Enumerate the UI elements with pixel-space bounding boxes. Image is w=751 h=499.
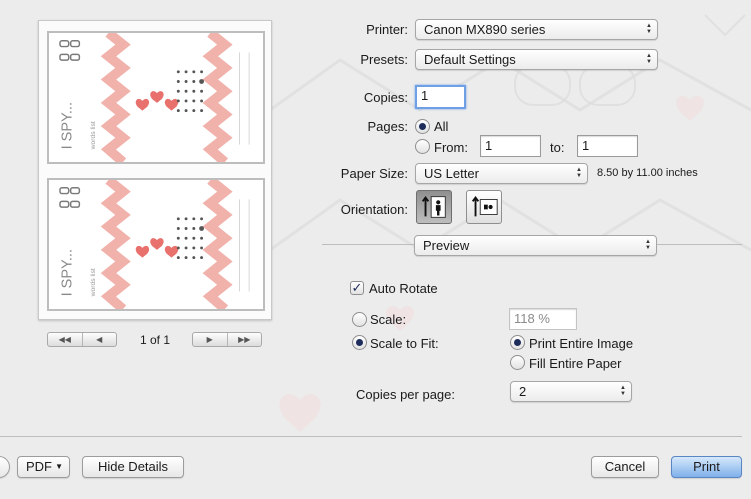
footer-divider: [0, 436, 742, 437]
stepper-arrows-icon: ▲ ▼: [646, 23, 652, 35]
print-entire-image-radio[interactable]: [510, 335, 525, 350]
portrait-orientation-icon: [421, 196, 446, 218]
pages-from-radio[interactable]: [415, 139, 430, 154]
printer-select[interactable]: Canon MX890 series ▲ ▼: [415, 19, 658, 40]
hide-details-button[interactable]: Hide Details: [82, 456, 184, 478]
pdf-label: PDF: [26, 459, 52, 474]
first-page-icon[interactable]: ◀◀: [48, 333, 82, 346]
auto-rotate-checkbox[interactable]: ✓: [350, 281, 364, 295]
paper-size-select[interactable]: US Letter ▲ ▼: [415, 163, 588, 184]
printer-label: Printer:: [366, 22, 408, 37]
last-page-icon[interactable]: ▶▶: [226, 333, 262, 346]
paper-size-label: Paper Size:: [340, 166, 408, 181]
copies-input[interactable]: 1: [415, 85, 466, 109]
printer-value: Canon MX890 series: [424, 22, 546, 37]
orientation-portrait-button[interactable]: [416, 190, 452, 224]
preview-card-artwork: I SPY... words list: [59, 33, 250, 162]
copies-per-page-value: 2: [519, 384, 527, 399]
pages-to-input[interactable]: 1: [577, 135, 638, 157]
paper-size-value: US Letter: [424, 166, 479, 181]
pages-from-input[interactable]: 1: [480, 135, 541, 157]
stepper-arrows-icon: ▲ ▼: [576, 167, 582, 179]
copies-per-page-label: Copies per page:: [355, 387, 455, 402]
copies-label: Copies:: [363, 90, 408, 105]
page-indicator: 1 of 1: [139, 333, 171, 347]
chevron-down-icon: ▼: [55, 462, 63, 471]
presets-value: Default Settings: [424, 52, 516, 67]
pages-all-radio[interactable]: [415, 119, 430, 134]
orientation-label: Orientation:: [340, 202, 408, 217]
scale-to-fit-label: Scale to Fit:: [370, 336, 439, 351]
stepper-arrows-icon: ▲ ▼: [646, 53, 652, 65]
cancel-button[interactable]: Cancel: [591, 456, 659, 478]
scale-input[interactable]: 118 %: [509, 308, 577, 330]
preview-card-artwork: I SPY... words list: [59, 180, 250, 309]
pages-label: Pages:: [367, 119, 408, 134]
fill-entire-paper-radio[interactable]: [510, 355, 525, 370]
preview-card-title: I SPY...: [60, 102, 76, 149]
print-preview-page: I SPY... words list I SPY... words list: [38, 20, 272, 320]
pages-all-label: All: [434, 119, 449, 134]
stepper-arrows-icon: ▲ ▼: [645, 239, 651, 251]
previous-page-icon[interactable]: ◀: [81, 333, 117, 346]
preview-card-title: I SPY...: [60, 249, 76, 296]
presets-select[interactable]: Default Settings ▲ ▼: [415, 49, 658, 70]
scale-radio[interactable]: [352, 312, 367, 327]
section-select[interactable]: Preview ▲ ▼: [414, 235, 657, 256]
page-back-nav[interactable]: ◀◀ ◀: [47, 332, 117, 347]
orientation-landscape-button[interactable]: [466, 190, 502, 224]
pages-from-label: From:: [434, 140, 468, 155]
landscape-orientation-icon: [471, 196, 498, 217]
scale-to-fit-radio[interactable]: [352, 335, 367, 350]
paper-dimensions: 8.50 by 11.00 inches: [597, 167, 698, 179]
preview-card-top: I SPY... words list: [47, 31, 265, 164]
copies-per-page-select[interactable]: 2 ▲ ▼: [510, 381, 632, 402]
print-entire-image-label: Print Entire Image: [529, 336, 634, 351]
pages-to-label: to:: [550, 140, 565, 155]
section-select-value: Preview: [423, 238, 470, 253]
preview-card-subtitle: words list: [90, 121, 97, 150]
pdf-menu-button[interactable]: PDF ▼: [17, 456, 70, 478]
fill-entire-paper-label: Fill Entire Paper: [529, 356, 622, 371]
scale-label: Scale:: [370, 312, 407, 327]
auto-rotate-label: Auto Rotate: [369, 281, 438, 296]
presets-label: Presets:: [360, 52, 408, 67]
stepper-arrows-icon: ▲ ▼: [620, 385, 626, 397]
preview-card-subtitle: words list: [90, 268, 97, 297]
preview-card-bottom: I SPY... words list: [47, 178, 265, 311]
print-button[interactable]: Print: [671, 456, 742, 478]
next-page-icon[interactable]: ▶: [193, 333, 227, 346]
page-forward-nav[interactable]: ▶ ▶▶: [192, 332, 262, 347]
